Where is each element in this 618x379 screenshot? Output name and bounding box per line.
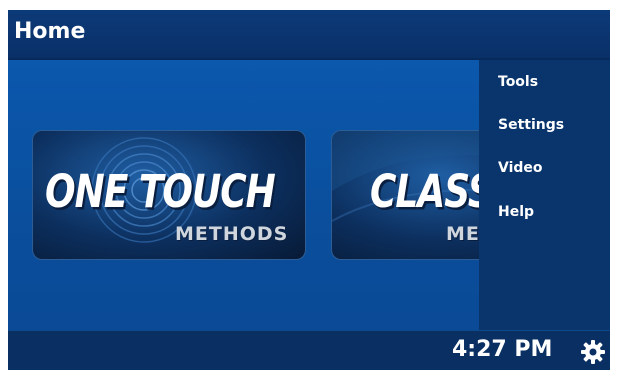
gear-icon[interactable] [581,340,605,364]
menu-item-tools[interactable]: Tools [498,74,538,90]
footer-bar: 4:27 PM [8,330,610,370]
page-title: Home [14,19,86,44]
clock-time: 4:27 PM [452,337,553,362]
side-menu: Tools Settings Video Help [479,60,610,330]
one-touch-methods-tile[interactable]: ONE TOUCH METHODS [32,130,306,260]
menu-item-help[interactable]: Help [498,204,534,220]
header-bar: Home [8,10,610,60]
menu-item-settings[interactable]: Settings [498,117,564,133]
app-screen: Home ONE TOUCH METHODS CLASSIC METHODS [8,10,610,370]
tile-title: ONE TOUCH [45,167,276,219]
menu-item-video[interactable]: Video [498,160,543,176]
tile-subtitle: METHODS [175,223,289,245]
